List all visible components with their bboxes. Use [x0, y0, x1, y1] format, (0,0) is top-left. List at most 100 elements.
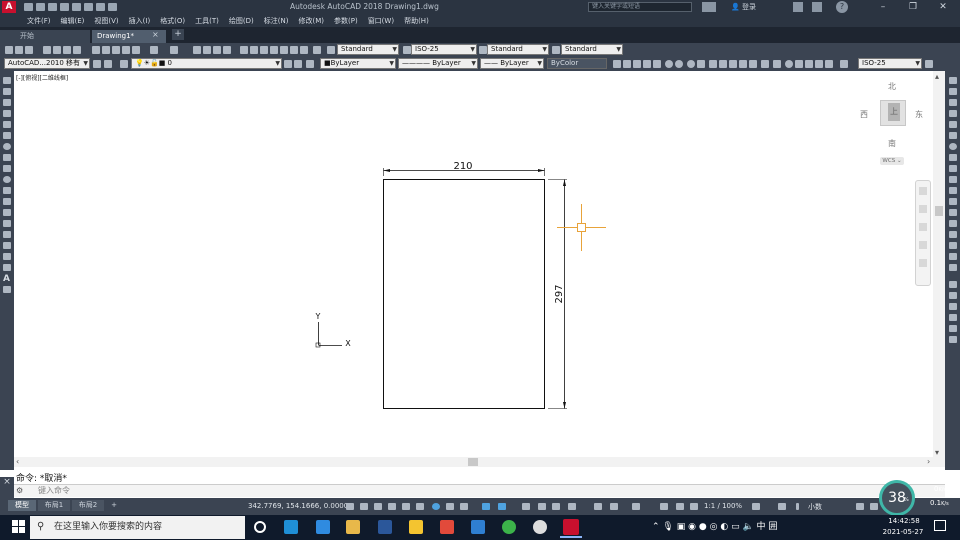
auto-scale-icon[interactable]	[660, 503, 668, 510]
selection-filter-icon[interactable]	[594, 503, 602, 510]
isodraft-icon[interactable]	[446, 503, 454, 510]
trim-icon[interactable]	[949, 176, 957, 183]
file-explorer-icon[interactable]	[346, 520, 360, 534]
app-blue-icon[interactable]	[471, 520, 485, 534]
gizmo-icon[interactable]	[610, 503, 618, 510]
add-icon[interactable]	[778, 503, 786, 510]
offset-icon[interactable]	[949, 110, 957, 117]
wcs-menu[interactable]: WCS ⌄	[880, 157, 904, 165]
erase-icon[interactable]	[949, 77, 957, 84]
scroll-up-icon[interactable]: ▴	[935, 72, 939, 81]
dim-linear-icon[interactable]	[949, 292, 957, 299]
ortho-icon[interactable]	[416, 503, 424, 510]
vertical-scrollbar[interactable]	[933, 71, 945, 459]
viewcube-east[interactable]: 东	[915, 109, 923, 120]
annotation-scale-value[interactable]: 1:1 / 100%	[704, 502, 742, 510]
scale-icon[interactable]	[949, 154, 957, 161]
workspace-switching-icon[interactable]	[752, 503, 760, 510]
taskbar-date[interactable]: 2021-05-27	[879, 528, 927, 536]
scroll-down-icon[interactable]: ▾	[935, 448, 939, 457]
dynamic-input-icon[interactable]	[402, 503, 410, 510]
autocad-taskbar-icon[interactable]	[563, 519, 579, 535]
explode-icon[interactable]	[949, 264, 957, 271]
command-close-icon[interactable]: ×	[0, 477, 14, 498]
wechat-icon[interactable]	[502, 520, 516, 534]
dynamic-ucs-icon[interactable]	[568, 503, 576, 510]
steering-wheel-icon[interactable]	[919, 187, 927, 195]
annotation-visibility-icon[interactable]	[632, 503, 640, 510]
word-icon[interactable]	[378, 520, 392, 534]
rotate-icon[interactable]	[949, 143, 957, 150]
fillet-icon[interactable]	[949, 242, 957, 249]
viewcube-top-face[interactable]: 上	[888, 103, 900, 121]
taskbar-clock[interactable]: 14:42:58	[884, 517, 924, 525]
zoom-extents-icon[interactable]	[919, 223, 927, 231]
customization-icon[interactable]	[870, 503, 878, 510]
taskbar-search-input[interactable]: 在这里输入你要搜索的内容	[30, 516, 245, 539]
layout-tab-1[interactable]: 布局1	[38, 500, 70, 511]
lineweight-icon[interactable]	[498, 503, 506, 510]
model-space-icon[interactable]	[346, 503, 354, 510]
stretch-icon[interactable]	[949, 165, 957, 172]
viewcube-north[interactable]: 北	[888, 81, 896, 92]
array-icon[interactable]	[949, 121, 957, 128]
notes-app-icon[interactable]	[409, 520, 423, 534]
object-snap-tracking-icon[interactable]	[460, 503, 468, 510]
annotation-icon[interactable]	[690, 503, 698, 510]
viewcube-south[interactable]: 南	[888, 138, 896, 149]
break-icon[interactable]	[949, 209, 957, 216]
network-icon[interactable]: ▭	[731, 522, 740, 532]
snap-icon[interactable]	[374, 503, 382, 510]
break-at-point-icon[interactable]	[949, 198, 957, 205]
tray-app-4-icon[interactable]: ◐	[720, 522, 728, 532]
layout-tab-model[interactable]: 模型	[8, 500, 36, 511]
wechat-tray-icon[interactable]: ●	[699, 522, 707, 532]
isolate-icon[interactable]	[796, 503, 799, 510]
viewcube-west[interactable]: 西	[860, 109, 868, 120]
tray-expand-icon[interactable]: ⌃	[652, 522, 660, 532]
command-line[interactable]	[14, 484, 945, 497]
layout-tab-2[interactable]: 布局2	[72, 500, 104, 511]
copy-object-icon[interactable]	[949, 88, 957, 95]
units-value[interactable]: 小数	[808, 502, 822, 512]
quick-properties-icon[interactable]	[856, 503, 864, 510]
dim-diameter-icon[interactable]	[949, 325, 957, 332]
cortana-icon[interactable]	[254, 521, 266, 533]
pan-icon[interactable]	[919, 205, 927, 213]
object-snap-icon[interactable]	[482, 503, 490, 510]
mirror-icon[interactable]	[949, 99, 957, 106]
horizontal-scrollbar[interactable]	[14, 457, 945, 467]
chamfer-icon[interactable]	[949, 231, 957, 238]
notification-center-icon[interactable]	[934, 520, 946, 531]
orbit-icon[interactable]	[919, 241, 927, 249]
speaker-icon[interactable]: 🔈	[742, 522, 753, 532]
3d-osnap-icon[interactable]	[552, 503, 560, 510]
tray-app-icon[interactable]: ▣	[677, 522, 686, 532]
command-input[interactable]: 键入命令	[38, 485, 70, 496]
annotation-scale-icon[interactable]	[676, 503, 684, 510]
scroll-right-icon[interactable]: ›	[927, 457, 930, 466]
horizontal-scroll-thumb[interactable]	[468, 458, 478, 466]
move-icon[interactable]	[949, 132, 957, 139]
blend-curves-icon[interactable]	[949, 253, 957, 260]
browser-q-icon[interactable]	[316, 520, 330, 534]
vertical-scroll-thumb[interactable]	[935, 206, 943, 216]
grid-icon[interactable]	[360, 503, 368, 510]
dim-aligned-icon[interactable]	[949, 303, 957, 310]
microphone-icon[interactable]: 🎙	[662, 522, 673, 532]
media-app-icon[interactable]	[533, 520, 547, 534]
add-layout-button[interactable]: +	[108, 500, 120, 511]
ime-indicator[interactable]: 中	[757, 522, 766, 532]
command-options-icon[interactable]: ⚙	[16, 486, 23, 495]
app-red-icon[interactable]	[440, 520, 454, 534]
dimension-icon[interactable]	[949, 281, 957, 288]
polar-tracking-icon[interactable]	[432, 503, 440, 510]
scroll-left-icon[interactable]: ‹	[16, 457, 19, 466]
selection-cycling-icon[interactable]	[538, 503, 546, 510]
join-icon[interactable]	[949, 220, 957, 227]
extend-icon[interactable]	[949, 187, 957, 194]
tray-app-2-icon[interactable]: ◉	[688, 522, 696, 532]
coordinate-readout[interactable]: 342.7769, 154.1666, 0.0000	[248, 502, 348, 510]
tray-app-3-icon[interactable]: ◎	[710, 522, 718, 532]
infer-constraints-icon[interactable]	[388, 503, 396, 510]
